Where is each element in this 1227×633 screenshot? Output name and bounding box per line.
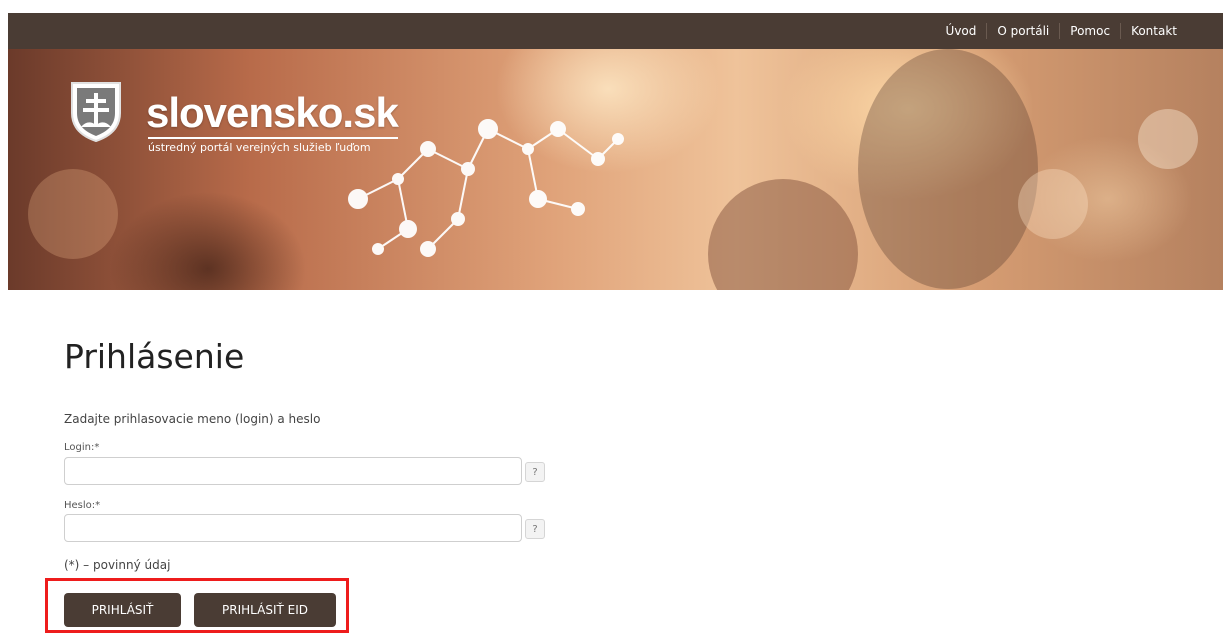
bokeh-light	[28, 169, 118, 259]
password-label: Heslo:*	[64, 500, 101, 511]
bokeh-light	[858, 49, 1038, 289]
page-title: Prihlásenie	[64, 337, 245, 376]
login-label: Login:*	[64, 442, 100, 453]
nav-link-kontakt[interactable]: Kontakt	[1120, 23, 1187, 39]
coat-of-arms-icon	[71, 82, 121, 143]
password-help-button[interactable]: ?	[525, 519, 545, 539]
required-field-note: (*) – povinný údaj	[64, 558, 171, 572]
nav-link-pomoc[interactable]: Pomoc	[1059, 23, 1120, 39]
login-instruction: Zadajte prihlasovacie meno (login) a hes…	[64, 412, 321, 426]
nav-link-uvod[interactable]: Úvod	[936, 23, 987, 39]
nav-link-o-portali[interactable]: O portáli	[986, 23, 1059, 39]
network-ornament-icon	[348, 119, 624, 257]
top-nav: Úvod O portáli Pomoc Kontakt	[936, 13, 1187, 49]
login-help-button[interactable]: ?	[525, 462, 545, 482]
bokeh-light	[708, 179, 858, 290]
header-banner: slovensko.sk ústredný portál verejných s…	[8, 49, 1223, 290]
login-eid-button[interactable]: PRIHLÁSIŤ EID	[194, 593, 336, 627]
password-input[interactable]	[64, 514, 522, 542]
bokeh-light	[1018, 169, 1088, 239]
top-navigation-bar: Úvod O portáli Pomoc Kontakt	[8, 13, 1223, 49]
bokeh-light	[1138, 109, 1198, 169]
login-input[interactable]	[64, 457, 522, 485]
login-button[interactable]: PRIHLÁSIŤ	[64, 593, 181, 627]
